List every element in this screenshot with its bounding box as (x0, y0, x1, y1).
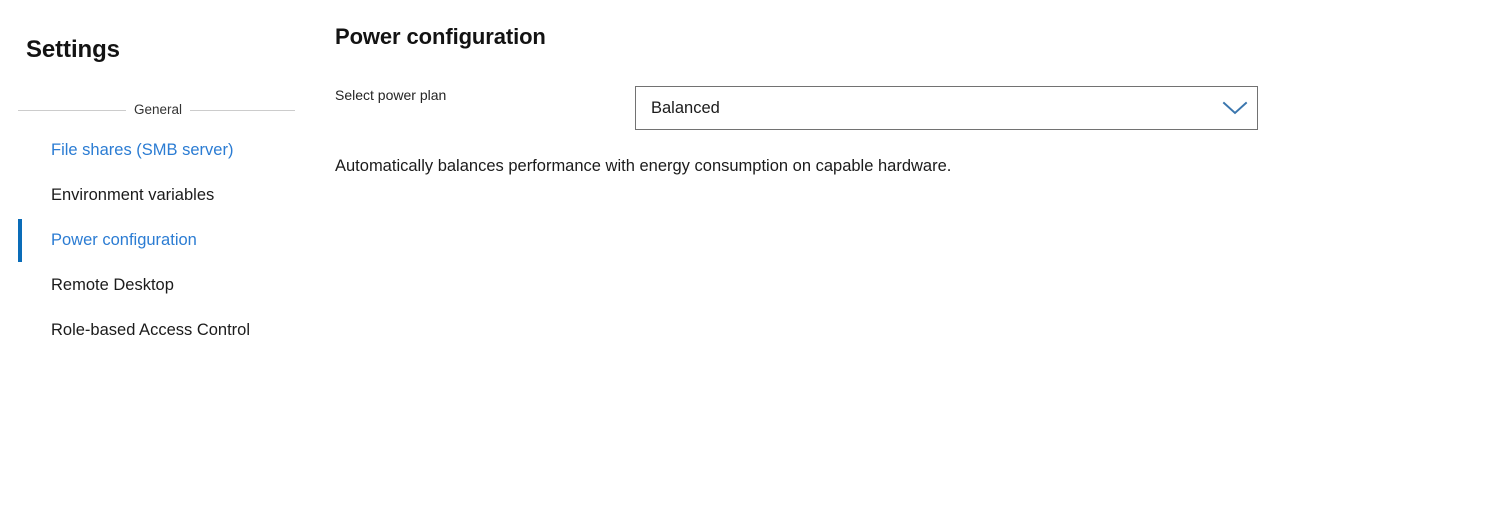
page-title: Power configuration (335, 24, 546, 49)
separator-rule-right (190, 109, 296, 111)
power-plan-description: Automatically balances performance with … (335, 157, 952, 175)
sidebar-nav-list: File shares (SMB server) Environment vari… (0, 128, 332, 353)
chevron-down-icon[interactable] (1213, 87, 1257, 129)
sidebar-item-label: Environment variables (51, 186, 215, 205)
sidebar-item-file-shares[interactable]: File shares (SMB server) (0, 128, 332, 173)
sidebar-group-label: General (134, 102, 183, 118)
sidebar-title: Settings (26, 36, 120, 63)
sidebar-item-environment-variables[interactable]: Environment variables (0, 173, 332, 218)
content-pane: Power configuration Select power plan Ba… (334, 0, 1491, 509)
sidebar-item-remote-desktop[interactable]: Remote Desktop (0, 263, 332, 308)
settings-sidebar: Settings General File shares (SMB server… (0, 0, 332, 509)
sidebar-item-label: File shares (SMB server) (51, 141, 234, 160)
sidebar-group-general: General (18, 101, 301, 119)
power-plan-selected-value: Balanced (651, 98, 720, 117)
sidebar-item-label: Power configuration (51, 231, 197, 250)
separator-rule-left (18, 109, 126, 111)
sidebar-item-label: Remote Desktop (51, 276, 174, 295)
sidebar-active-indicator (18, 219, 22, 262)
sidebar-item-power-configuration[interactable]: Power configuration (0, 218, 332, 263)
sidebar-item-label: Role-based Access Control (51, 321, 251, 340)
select-power-plan-label: Select power plan (335, 87, 447, 103)
sidebar-item-role-based-access-control[interactable]: Role-based Access Control (0, 308, 332, 353)
power-plan-dropdown[interactable]: Balanced (635, 86, 1258, 130)
